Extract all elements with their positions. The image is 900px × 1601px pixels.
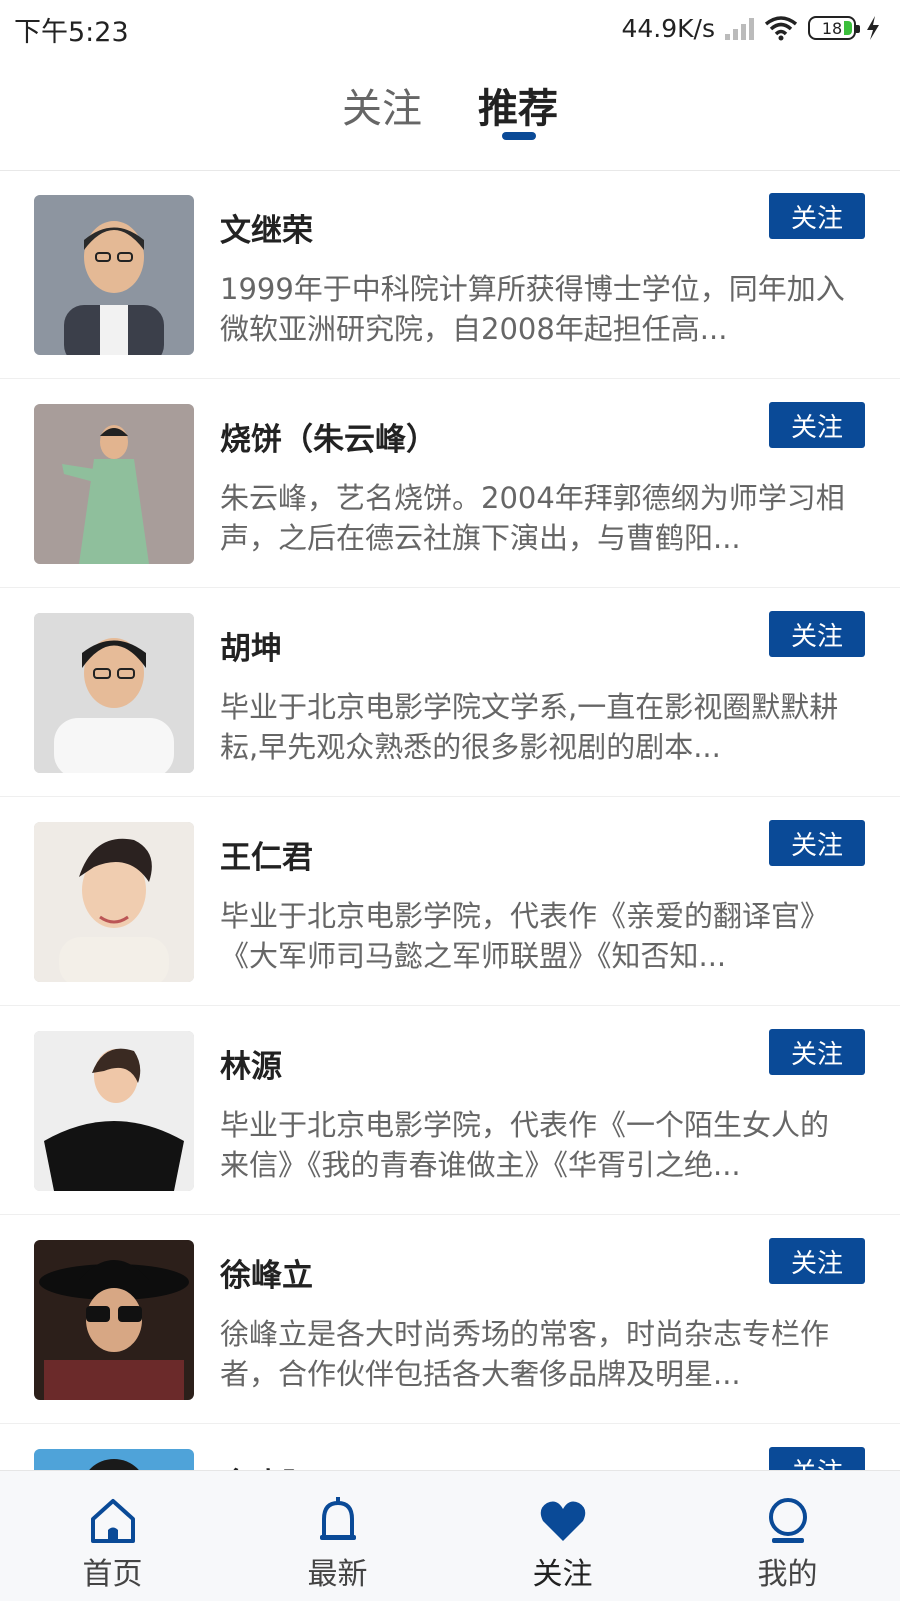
status-bar: 下午5:23 44.9K/s 18 xyxy=(0,0,900,56)
person-name: 林源 xyxy=(220,1049,282,1085)
avatar[interactable] xyxy=(34,1031,194,1191)
person-description: 毕业于北京电影学院，代表作《一个陌生女人的来信》《我的青春谁做主》《华胥引之绝.… xyxy=(220,1108,830,1182)
avatar[interactable] xyxy=(34,822,194,982)
network-speed: 44.9K/s xyxy=(621,13,715,43)
follow-button[interactable]: 关注 xyxy=(769,1447,865,1471)
nav-profile[interactable]: 我的 xyxy=(675,1471,900,1601)
nav-latest[interactable]: 最新 xyxy=(225,1471,450,1601)
tab-follow[interactable]: 关注 xyxy=(342,76,422,134)
person-description: 徐峰立是各大时尚秀场的常客，时尚杂志专栏作者，合作伙伴包括各大奢侈品牌及明星..… xyxy=(220,1317,830,1391)
follow-button[interactable]: 关注 xyxy=(769,820,865,866)
nav-label: 我的 xyxy=(757,1557,818,1592)
follow-button[interactable]: 关注 xyxy=(769,611,865,657)
nav-label: 首页 xyxy=(82,1557,143,1592)
avatar[interactable] xyxy=(34,404,194,564)
follow-button[interactable]: 关注 xyxy=(769,1029,865,1075)
signal-icon xyxy=(725,16,754,40)
status-time: 下午5:23 xyxy=(14,17,129,48)
charging-icon xyxy=(867,16,879,40)
person-name: 胡坤 xyxy=(220,631,282,667)
person-description: 毕业于北京电影学院文学系,一直在影视圈默默耕耘,早先观众熟悉的很多影视剧的剧本.… xyxy=(220,690,839,764)
nav-home[interactable]: 首页 xyxy=(0,1471,225,1601)
person-name: 烧饼（朱云峰） xyxy=(220,422,437,458)
avatar[interactable] xyxy=(34,1240,194,1400)
person-name: 王仁君 xyxy=(220,840,313,876)
nav-follow[interactable]: 关注 xyxy=(450,1471,675,1601)
tab-recommend[interactable]: 推荐 xyxy=(478,76,558,134)
heart-icon xyxy=(540,1501,586,1541)
battery-level: 18 xyxy=(821,18,843,38)
home-icon xyxy=(91,1499,135,1543)
person-description: 毕业于北京电影学院，代表作《亲爱的翻译官》《大军师司马懿之军师联盟》《知否知..… xyxy=(220,899,830,973)
follow-button[interactable]: 关注 xyxy=(769,193,865,239)
nav-label: 最新 xyxy=(307,1557,368,1592)
people-list[interactable]: 文继荣 关注 1999年于中科院计算所获得博士学位，同年加入微软亚洲研究院，自2… xyxy=(0,171,900,1471)
list-item[interactable]: 文继荣 关注 1999年于中科院计算所获得博士学位，同年加入微软亚洲研究院，自2… xyxy=(0,171,900,379)
avatar[interactable] xyxy=(34,1449,194,1471)
list-item[interactable]: 烧饼（朱云峰） 关注 朱云峰，艺名烧饼。2004年拜郭德纲为师学习相声，之后在德… xyxy=(0,380,900,588)
list-item[interactable]: 徐峰立 关注 徐峰立是各大时尚秀场的常客，时尚杂志专栏作者，合作伙伴包括各大奢侈… xyxy=(0,1216,900,1424)
avatar[interactable] xyxy=(34,613,194,773)
nav-label: 关注 xyxy=(532,1557,593,1592)
list-item[interactable]: 胡坤 关注 毕业于北京电影学院文学系,一直在影视圈默默耕耘,早先观众熟悉的很多影… xyxy=(0,589,900,797)
tab-indicator xyxy=(502,132,536,140)
person-name: 徐峰立 xyxy=(220,1258,313,1294)
top-tab-bar: 关注 推荐 xyxy=(0,56,900,170)
battery-icon: 18 xyxy=(808,16,860,40)
wifi-icon xyxy=(764,16,798,41)
person-description: 朱云峰，艺名烧饼。2004年拜郭德纲为师学习相声，之后在德云社旗下演出，与曹鹤阳… xyxy=(220,481,845,555)
follow-button[interactable]: 关注 xyxy=(769,402,865,448)
person-description: 1999年于中科院计算所获得博士学位，同年加入微软亚洲研究院，自2008年起担任… xyxy=(220,272,845,346)
profile-icon xyxy=(769,1498,807,1543)
bell-icon xyxy=(320,1497,356,1540)
follow-button[interactable]: 关注 xyxy=(769,1238,865,1284)
list-item[interactable]: 林源 关注 毕业于北京电影学院，代表作《一个陌生女人的来信》《我的青春谁做主》《… xyxy=(0,1007,900,1215)
status-icons: 44.9K/s 18 xyxy=(621,8,880,48)
avatar[interactable] xyxy=(34,195,194,355)
list-item[interactable]: 王仁君 关注 毕业于北京电影学院，代表作《亲爱的翻译官》《大军师司马懿之军师联盟… xyxy=(0,798,900,1006)
list-item[interactable]: 金晓阳 关注 xyxy=(0,1425,900,1471)
person-name: 文继荣 xyxy=(220,213,313,249)
bottom-nav: 首页 最新 关注 我的 xyxy=(0,1470,900,1601)
